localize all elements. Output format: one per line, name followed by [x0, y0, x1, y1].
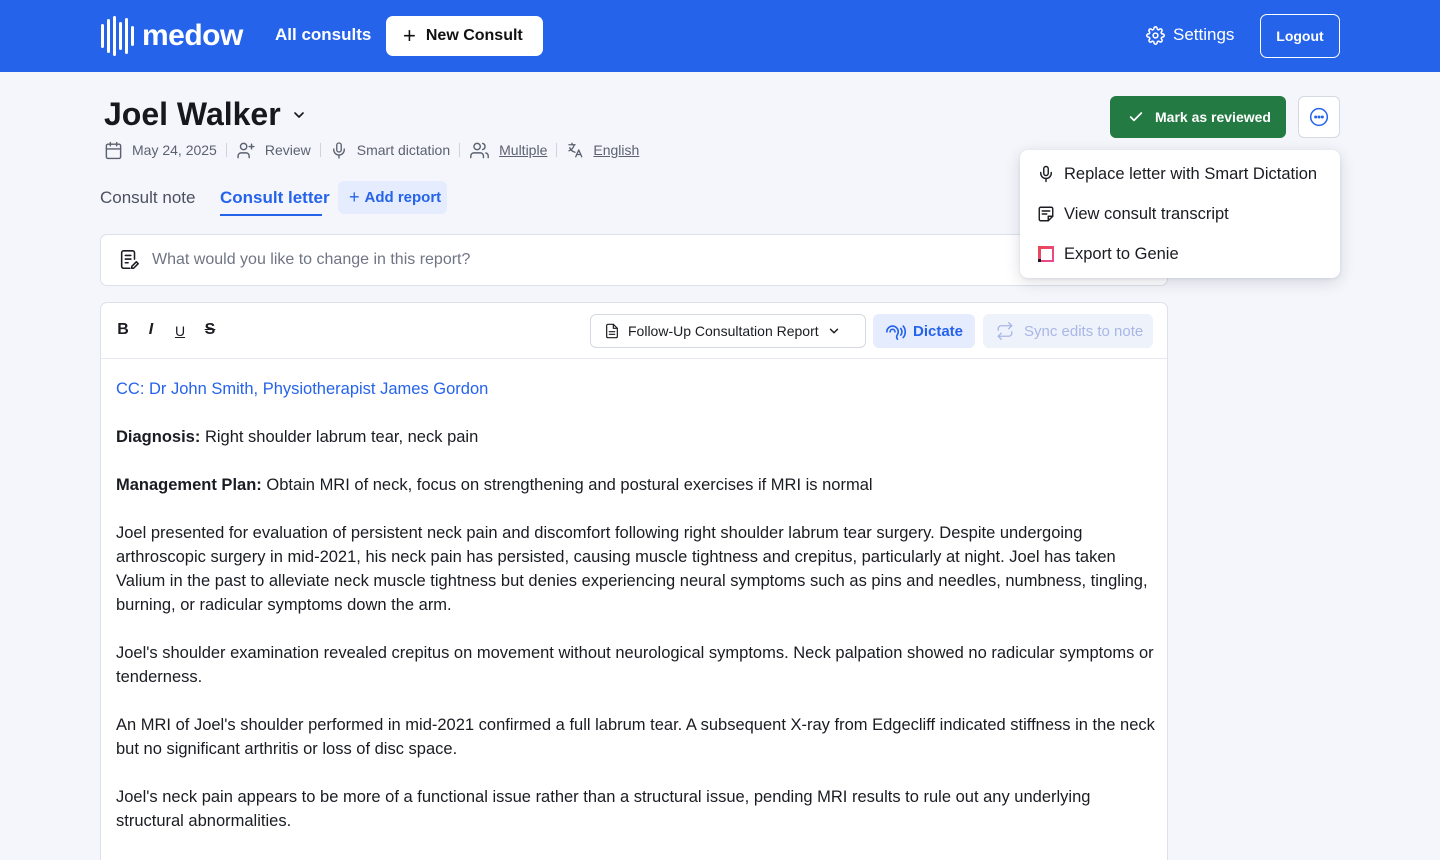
- genie-icon: [1038, 246, 1054, 262]
- logo-waveform-icon: [101, 16, 134, 56]
- change-report-input[interactable]: [152, 251, 1032, 269]
- language-link[interactable]: English: [566, 141, 639, 159]
- dictate-label: Dictate: [913, 322, 964, 340]
- add-report-button[interactable]: + Add report: [338, 181, 447, 214]
- plan-text: Obtain MRI of neck, focus on strengtheni…: [261, 476, 873, 494]
- letter-paragraph: An MRI of Joel's shoulder performed in m…: [116, 716, 1155, 758]
- more-options-menu: Replace letter with Smart Dictation View…: [1020, 150, 1340, 278]
- active-tab-indicator: [220, 214, 322, 216]
- cc-line: CC: Dr John Smith, Physiotherapist James…: [116, 380, 489, 398]
- add-report-label: Add report: [364, 189, 442, 206]
- menu-item-label: Export to Genie: [1064, 244, 1179, 263]
- top-navigation-bar: medow All consults + New Consult Setting…: [0, 0, 1440, 72]
- consult-mode: Smart dictation: [330, 141, 450, 160]
- letter-paragraph: Joel's shoulder examination revealed cre…: [116, 644, 1154, 686]
- meta-divider: [225, 143, 227, 157]
- new-consult-button[interactable]: + New Consult: [386, 16, 543, 56]
- sync-icon: [997, 322, 1013, 340]
- dictate-voice-icon: [886, 325, 906, 340]
- menu-item-view-transcript[interactable]: View consult transcript: [1020, 194, 1340, 234]
- settings-label: Settings: [1173, 25, 1235, 44]
- consult-status: Review: [236, 141, 311, 160]
- plan-line: Management Plan: Obtain MRI of neck, foc…: [116, 473, 1156, 497]
- microphone-icon: [1040, 165, 1052, 183]
- transcript-icon: [1038, 206, 1054, 222]
- more-options-button[interactable]: [1298, 96, 1340, 138]
- edit-document-icon: [120, 250, 139, 270]
- nav-all-consults[interactable]: All consults: [275, 25, 371, 45]
- dictate-button[interactable]: Dictate: [873, 314, 975, 348]
- tab-consult-note[interactable]: Consult note: [100, 188, 195, 208]
- chevron-down-icon: [829, 328, 838, 334]
- participants-text: Multiple: [499, 142, 548, 158]
- meta-divider: [459, 143, 461, 157]
- language-text: English: [593, 142, 640, 158]
- participants-link[interactable]: Multiple: [469, 141, 547, 160]
- plus-icon: +: [349, 187, 360, 207]
- calendar-icon: [105, 141, 122, 159]
- menu-item-export-genie[interactable]: Export to Genie: [1020, 234, 1340, 274]
- change-report-prompt: [100, 234, 1168, 286]
- consult-date-text: May 24, 2025: [132, 142, 217, 158]
- consult-meta-row: May 24, 2025 Review Smart dictation Mult…: [104, 139, 639, 161]
- diagnosis-text: Right shoulder labrum tear, neck pain: [200, 428, 479, 446]
- menu-item-label: View consult transcript: [1064, 204, 1229, 223]
- consult-mode-text: Smart dictation: [356, 142, 451, 158]
- menu-item-replace-letter[interactable]: Replace letter with Smart Dictation: [1020, 154, 1340, 194]
- brand-logo[interactable]: medow: [100, 14, 243, 58]
- patient-name: Joel Walker: [104, 96, 281, 132]
- mark-as-reviewed-button[interactable]: Mark as reviewed: [1110, 96, 1286, 138]
- chevron-down-icon: [293, 111, 304, 118]
- diagnosis-label: Diagnosis:: [116, 428, 201, 446]
- menu-item-label: Replace letter with Smart Dictation: [1064, 164, 1318, 183]
- letter-paragraph: Joel presented for evaluation of persist…: [116, 524, 1148, 614]
- meta-divider: [319, 143, 321, 157]
- gear-icon: [1146, 25, 1165, 45]
- diagnosis-line: Diagnosis: Right shoulder labrum tear, n…: [116, 425, 1156, 449]
- microphone-icon: [332, 141, 345, 159]
- brand-name: medow: [142, 19, 243, 52]
- tab-consult-letter[interactable]: Consult letter: [220, 188, 330, 208]
- underline-button[interactable]: U: [171, 323, 189, 339]
- plus-icon: +: [403, 23, 416, 48]
- letter-content[interactable]: CC: Dr John Smith, Physiotherapist James…: [116, 377, 1156, 857]
- mark-as-reviewed-label: Mark as reviewed: [1155, 109, 1271, 125]
- bold-button[interactable]: B: [114, 321, 132, 339]
- letter-paragraph: Joel's neck pain appears to be more of a…: [116, 788, 1091, 830]
- more-horizontal-icon: [1309, 107, 1329, 127]
- editor-toolbar: B I U S Follow-Up Consultation Report Di…: [101, 303, 1167, 359]
- check-icon: [1129, 112, 1143, 122]
- patient-name-selector[interactable]: Joel Walker: [104, 96, 307, 133]
- logout-button[interactable]: Logout: [1260, 14, 1340, 58]
- italic-button[interactable]: I: [142, 321, 160, 339]
- letter-editor: B I U S Follow-Up Consultation Report Di…: [100, 302, 1168, 860]
- new-consult-label: New Consult: [425, 27, 523, 44]
- meta-divider: [556, 143, 558, 157]
- consult-status-text: Review: [264, 142, 311, 158]
- document-icon: [606, 323, 618, 339]
- users-icon: [470, 142, 490, 158]
- strikethrough-button[interactable]: S: [201, 321, 219, 339]
- sync-edits-button[interactable]: Sync edits to note: [983, 314, 1153, 348]
- settings-link[interactable]: Settings: [1146, 25, 1234, 45]
- sync-edits-label: Sync edits to note: [1024, 322, 1144, 340]
- plan-label: Management Plan:: [116, 476, 262, 494]
- consult-date: May 24, 2025: [104, 141, 217, 160]
- translate-icon: [568, 142, 583, 158]
- template-dropdown[interactable]: Follow-Up Consultation Report: [590, 314, 866, 348]
- user-plus-icon: [237, 142, 255, 158]
- template-name: Follow-Up Consultation Report: [628, 323, 819, 339]
